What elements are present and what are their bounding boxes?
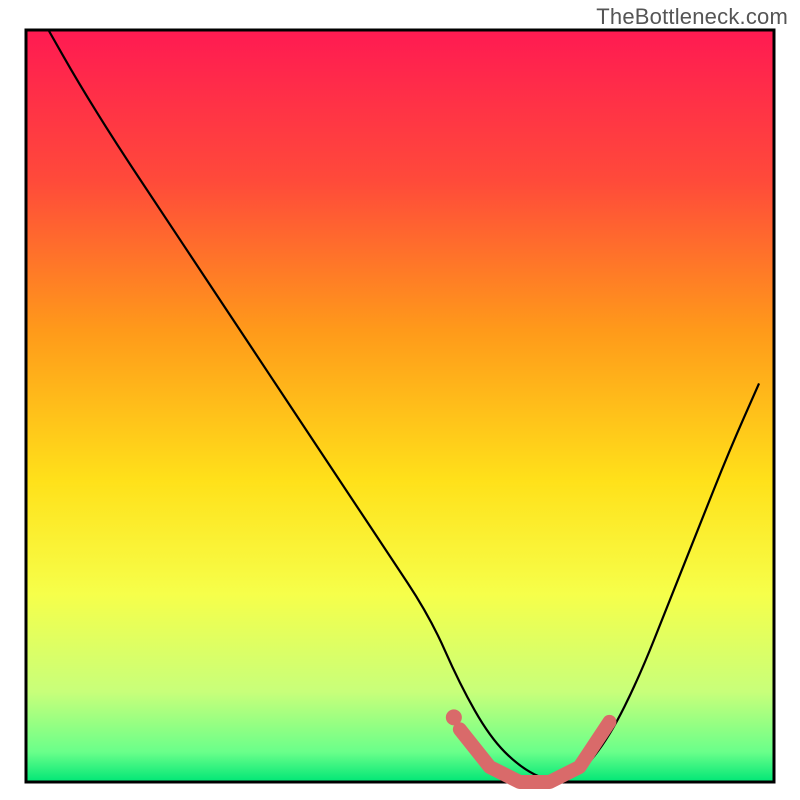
bottleneck-chart [0, 0, 800, 800]
plot-background [26, 30, 774, 782]
chart-frame: TheBottleneck.com [0, 0, 800, 800]
watermark-text: TheBottleneck.com [596, 4, 788, 30]
optimal-range-start-dot [446, 709, 462, 725]
